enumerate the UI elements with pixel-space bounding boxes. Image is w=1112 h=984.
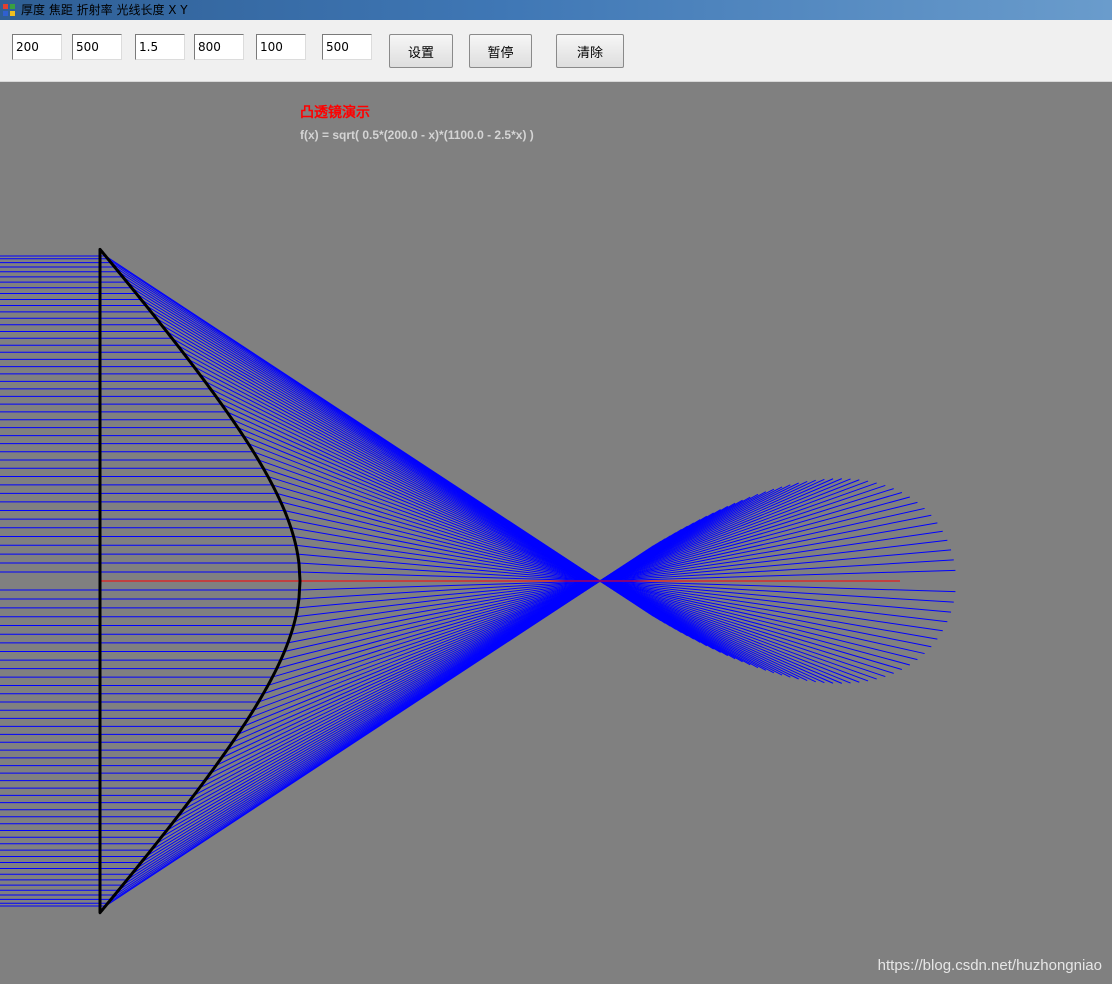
refracted-ray [248, 479, 860, 719]
refracted-ray [295, 539, 948, 618]
focal-length-input[interactable] [72, 34, 122, 60]
pause-button[interactable]: 暂停 [469, 34, 532, 68]
lens-formula: f(x) = sqrt( 0.5*(200.0 - x)*(1100.0 - 2… [300, 128, 534, 142]
refracted-ray [221, 479, 816, 759]
set-button[interactable]: 设置 [389, 34, 453, 68]
lens-diagram [0, 247, 956, 915]
refracted-ray [232, 419, 834, 684]
refracted-ray [221, 403, 816, 683]
refracted-ray [253, 451, 869, 682]
refracted-ray [182, 351, 759, 669]
title-bar: 厚度 焦距 折射率 光线长度 X Y [0, 0, 1112, 20]
refracted-ray [242, 435, 851, 684]
refracted-ray [242, 478, 851, 727]
refracted-ray [295, 544, 948, 623]
origin-x-input[interactable] [256, 34, 306, 60]
drawing-canvas[interactable]: 凸透镜演示 f(x) = sqrt( 0.5*(200.0 - x)*(1100… [0, 82, 1112, 984]
window-title: 厚度 焦距 折射率 光线长度 X Y [21, 3, 188, 17]
refracted-ray [253, 480, 869, 711]
refracted-ray [182, 493, 759, 811]
refracted-ray [248, 443, 860, 683]
refracted-ray [188, 358, 767, 671]
refracted-ray [237, 427, 843, 684]
demo-title: 凸透镜演示 [300, 105, 370, 121]
refracted-ray [232, 478, 834, 743]
refracted-ray [237, 478, 843, 735]
ray-length-input[interactable] [194, 34, 244, 60]
app-icon [3, 4, 15, 16]
clear-button[interactable]: 清除 [556, 34, 624, 68]
refracted-ray [188, 491, 767, 804]
refractive-index-input[interactable] [135, 34, 185, 60]
thickness-input[interactable] [12, 34, 62, 60]
watermark: https://blog.csdn.net/huzhongniao [877, 957, 1102, 974]
origin-y-input[interactable] [322, 34, 372, 60]
toolbar: 设置 暂停 清除 [0, 20, 1112, 82]
refracted-ray [297, 553, 952, 613]
refracted-ray [297, 549, 952, 609]
